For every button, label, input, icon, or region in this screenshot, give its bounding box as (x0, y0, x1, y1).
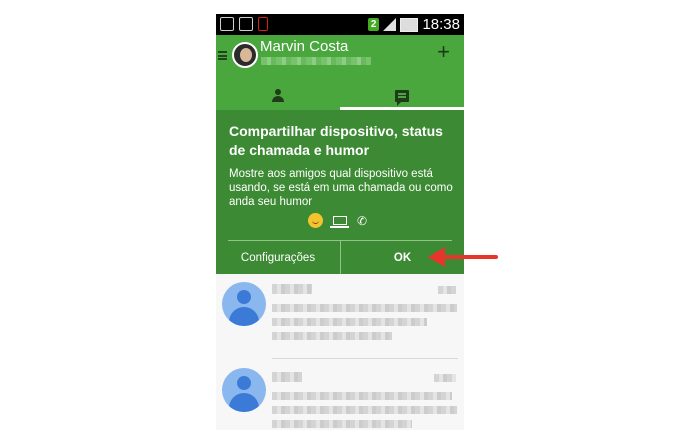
annotation-arrow (428, 247, 498, 270)
battery-icon (400, 17, 419, 32)
smile-icon (308, 213, 323, 228)
menu-icon[interactable] (218, 51, 227, 60)
user-name: Marvin Costa (260, 38, 349, 55)
settings-button[interactable]: Configurações (216, 241, 340, 274)
contact-list (216, 274, 464, 430)
list-item[interactable] (216, 360, 464, 430)
gallery-icon (220, 17, 234, 31)
list-item[interactable] (216, 274, 464, 359)
contact-message-blurred (272, 392, 452, 400)
chat-icon (395, 90, 409, 106)
contact-message-blurred (272, 406, 457, 414)
card-title: Compartilhar dispositivo, status de cham… (229, 123, 443, 158)
contact-message-blurred (272, 304, 457, 312)
contact-name-blurred (272, 284, 312, 294)
contact-time-blurred (438, 286, 456, 294)
card-icons: ✆ (308, 213, 367, 228)
status-time: 18:38 (422, 16, 460, 33)
contact-name-blurred (272, 372, 302, 382)
phone-icon: ✆ (357, 213, 368, 228)
contact-message-blurred (272, 318, 427, 326)
list-divider (272, 358, 458, 359)
contact-avatar (222, 282, 266, 326)
phone-screen: 2 18:38 Marvin Costa + Compartilhar disp… (216, 14, 464, 430)
avatar[interactable] (232, 42, 258, 68)
card-description: Mostre aos amigos qual dispositivo está … (229, 168, 453, 208)
user-email-blurred (261, 57, 371, 65)
battery-alert-icon (258, 17, 268, 31)
tab-conversations[interactable] (340, 82, 464, 110)
tab-bar (216, 82, 464, 110)
calendar-icon (239, 17, 253, 31)
laptop-icon (330, 216, 349, 228)
contact-message-blurred (272, 420, 412, 428)
signal-icon (383, 18, 397, 31)
share-status-card: Compartilhar dispositivo, status de cham… (216, 110, 464, 274)
person-icon (271, 89, 285, 103)
status-bar: 2 18:38 (216, 14, 464, 35)
contact-message-blurred (272, 332, 392, 340)
contact-time-blurred (434, 374, 456, 382)
contact-avatar (222, 368, 266, 412)
notification-badge: 2 (367, 18, 380, 31)
status-notification-icons (220, 17, 268, 31)
status-system-icons: 2 18:38 (367, 16, 460, 33)
plus-icon[interactable]: + (437, 41, 450, 63)
app-bar: Marvin Costa + (216, 35, 464, 82)
tab-contacts[interactable] (216, 82, 340, 110)
